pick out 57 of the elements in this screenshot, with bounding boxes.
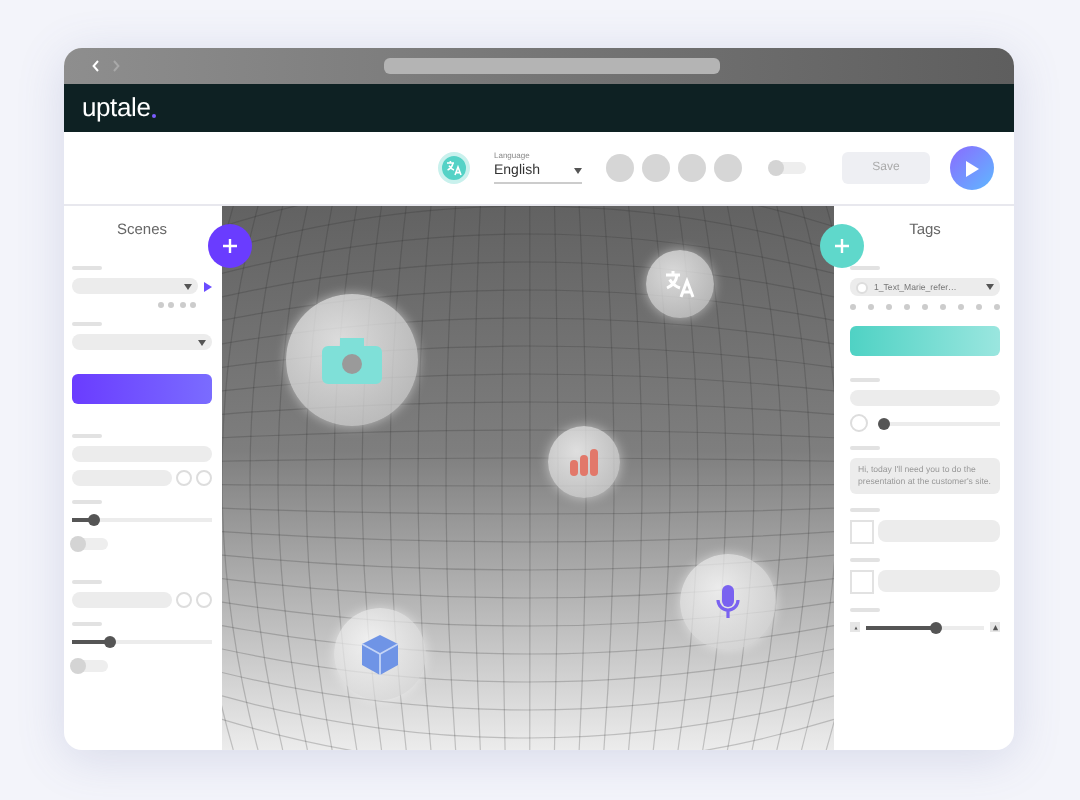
checkbox[interactable] xyxy=(850,519,874,544)
dropdown-field[interactable] xyxy=(72,278,198,295)
play-icon[interactable] xyxy=(204,281,212,292)
camera-icon xyxy=(320,334,384,386)
address-bar[interactable] xyxy=(384,58,720,74)
play-icon xyxy=(964,159,980,177)
radio-button[interactable] xyxy=(850,414,868,433)
label-placeholder xyxy=(850,266,880,271)
caret-icon xyxy=(198,339,206,346)
slider-thumb[interactable] xyxy=(87,514,99,527)
step-dot[interactable] xyxy=(168,302,174,309)
step-dot[interactable] xyxy=(868,304,874,311)
primary-button[interactable] xyxy=(72,374,212,405)
slider-thumb[interactable] xyxy=(103,636,116,649)
toolbar-circle-button[interactable] xyxy=(606,154,634,182)
back-icon[interactable] xyxy=(92,60,100,72)
toolbar-circle-button[interactable] xyxy=(642,154,670,182)
step-dot[interactable] xyxy=(886,304,892,311)
radio-button[interactable] xyxy=(176,592,192,609)
radio-button[interactable] xyxy=(196,470,212,487)
plus-icon xyxy=(834,238,850,254)
step-dot[interactable] xyxy=(940,304,946,311)
step-dot[interactable] xyxy=(190,302,196,309)
slider-thumb[interactable] xyxy=(878,417,890,430)
step-dot[interactable] xyxy=(922,304,928,311)
add-button[interactable] xyxy=(208,224,252,268)
dropdown-field[interactable] xyxy=(72,334,212,351)
text-size-icon[interactable] xyxy=(990,622,1000,633)
bar-chart-icon xyxy=(568,448,600,476)
caret-icon xyxy=(184,283,192,290)
toolbar-circle-button[interactable] xyxy=(678,154,706,182)
plus-icon xyxy=(222,238,238,254)
radio-button[interactable] xyxy=(176,470,192,487)
toggle-switch[interactable] xyxy=(72,538,108,551)
step-dot[interactable] xyxy=(976,304,982,311)
checkbox[interactable] xyxy=(850,569,874,594)
step-dot[interactable] xyxy=(179,302,185,309)
step-dot[interactable] xyxy=(850,304,856,311)
step-dot[interactable] xyxy=(904,304,910,311)
step-dot[interactable] xyxy=(994,304,1000,311)
cube-icon xyxy=(360,633,400,675)
translate-icon xyxy=(664,270,696,298)
play-button[interactable] xyxy=(950,146,994,190)
caret-icon xyxy=(986,284,994,291)
logo: uptale xyxy=(82,90,151,127)
caret-icon xyxy=(574,168,582,175)
slider-track[interactable] xyxy=(866,625,984,630)
slider-track[interactable] xyxy=(72,640,212,645)
toggle-switch[interactable] xyxy=(770,162,806,174)
slider-thumb[interactable] xyxy=(930,621,943,634)
toolbar-circle-button[interactable] xyxy=(714,154,742,182)
step-dot[interactable] xyxy=(157,302,163,309)
radio-button[interactable] xyxy=(196,592,212,609)
translate-icon[interactable] xyxy=(438,152,470,184)
toggle-switch[interactable] xyxy=(72,660,108,673)
microphone-icon xyxy=(716,584,740,620)
step-dot[interactable] xyxy=(958,304,964,311)
